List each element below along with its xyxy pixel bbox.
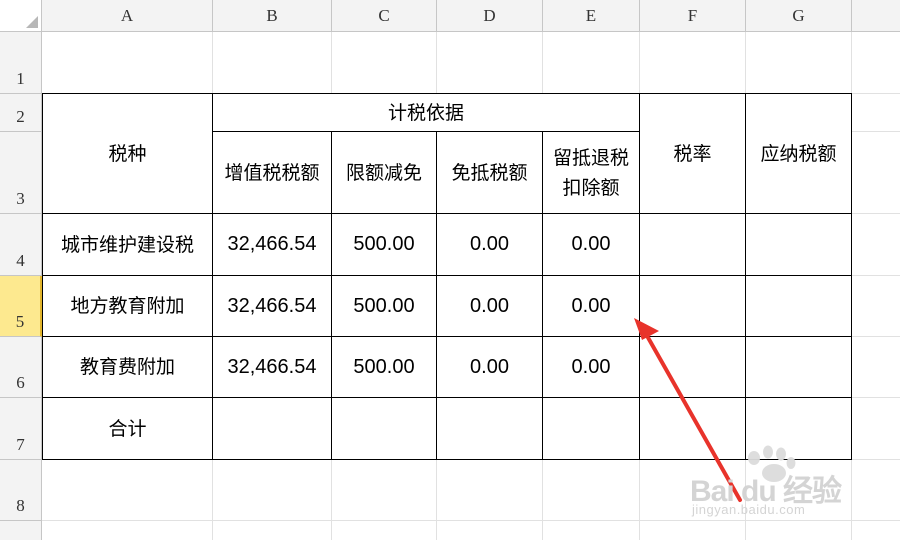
table-border — [212, 93, 213, 460]
baidu-url-text: jingyan.baidu.com — [692, 502, 806, 517]
header-refund-line1: 留抵退税 — [552, 146, 629, 169]
refund-cell[interactable]: 0.00 — [543, 337, 639, 397]
table-border — [745, 93, 746, 460]
refund-cell[interactable]: 0.00 — [543, 276, 639, 336]
table-border — [542, 131, 543, 460]
row-header-8[interactable]: 8 — [0, 460, 42, 521]
rate-cell[interactable] — [640, 276, 745, 336]
table-border — [42, 213, 852, 214]
payable-cell[interactable] — [746, 214, 851, 275]
table-border — [42, 93, 43, 460]
column-header-g[interactable]: G — [746, 0, 852, 32]
header-quota-relief[interactable]: 限额减免 — [332, 132, 436, 213]
table-border — [42, 275, 852, 276]
table-border — [42, 336, 852, 337]
header-refund-line2: 扣除额 — [562, 176, 620, 199]
column-header-b[interactable]: B — [213, 0, 332, 32]
table-border — [851, 93, 852, 460]
tax-name-cell[interactable]: 地方教育附加 — [43, 276, 212, 336]
header-vat-amount[interactable]: 增值税税额 — [213, 132, 331, 213]
column-header-a[interactable]: A — [42, 0, 213, 32]
payable-cell[interactable] — [746, 276, 851, 336]
vat-cell[interactable]: 32,466.54 — [213, 276, 331, 336]
header-tax-rate[interactable]: 税率 — [640, 94, 745, 213]
header-tax-type[interactable]: 税种 — [43, 94, 212, 213]
rate-cell[interactable] — [640, 337, 745, 397]
table-border — [212, 131, 640, 132]
column-header-e[interactable]: E — [543, 0, 640, 32]
column-header-c[interactable]: C — [332, 0, 437, 32]
row-header-1[interactable]: 1 — [0, 32, 42, 94]
column-header-d[interactable]: D — [437, 0, 543, 32]
vat-cell[interactable] — [213, 398, 331, 459]
header-tax-basis[interactable]: 计税依据 — [213, 94, 639, 131]
exempt-cell[interactable]: 0.00 — [437, 276, 542, 336]
row-header-9[interactable] — [0, 521, 42, 540]
tax-name-cell[interactable]: 城市维护建设税 — [43, 214, 212, 275]
quota-cell[interactable] — [332, 398, 436, 459]
payable-cell[interactable] — [746, 337, 851, 397]
row-header-7[interactable]: 7 — [0, 398, 42, 460]
table-border — [42, 397, 852, 398]
quota-cell[interactable]: 500.00 — [332, 276, 436, 336]
table-border — [42, 93, 852, 94]
row-header-4[interactable]: 4 — [0, 214, 42, 276]
column-header-f[interactable]: F — [640, 0, 746, 32]
table-border — [639, 93, 640, 460]
refund-cell[interactable] — [543, 398, 639, 459]
vat-cell[interactable]: 32,466.54 — [213, 214, 331, 275]
header-refund-deduction[interactable]: 留抵退税 扣除额 — [543, 132, 639, 213]
row-header-3[interactable]: 3 — [0, 132, 42, 214]
vat-cell[interactable]: 32,466.54 — [213, 337, 331, 397]
exempt-cell[interactable]: 0.00 — [437, 214, 542, 275]
row-header-2[interactable]: 2 — [0, 94, 42, 132]
tax-name-cell[interactable]: 教育费附加 — [43, 337, 212, 397]
rate-cell[interactable] — [640, 214, 745, 275]
quota-cell[interactable]: 500.00 — [332, 337, 436, 397]
column-header-h[interactable] — [852, 0, 900, 32]
quota-cell[interactable]: 500.00 — [332, 214, 436, 275]
select-all-triangle-icon — [26, 16, 38, 28]
exempt-cell[interactable]: 0.00 — [437, 337, 542, 397]
baidu-watermark: Bai du 经验 jingyan.baidu.com — [688, 440, 858, 520]
header-tax-payable[interactable]: 应纳税额 — [746, 94, 851, 213]
select-all-corner[interactable] — [0, 0, 42, 32]
header-exempt-credit[interactable]: 免抵税额 — [437, 132, 542, 213]
row-header-6[interactable]: 6 — [0, 337, 42, 398]
gridline — [42, 520, 900, 521]
refund-cell[interactable]: 0.00 — [543, 214, 639, 275]
exempt-cell[interactable] — [437, 398, 542, 459]
table-border — [436, 131, 437, 460]
total-label-cell[interactable]: 合计 — [43, 398, 212, 459]
row-header-5[interactable]: 5 — [0, 276, 42, 337]
table-border — [331, 131, 332, 460]
